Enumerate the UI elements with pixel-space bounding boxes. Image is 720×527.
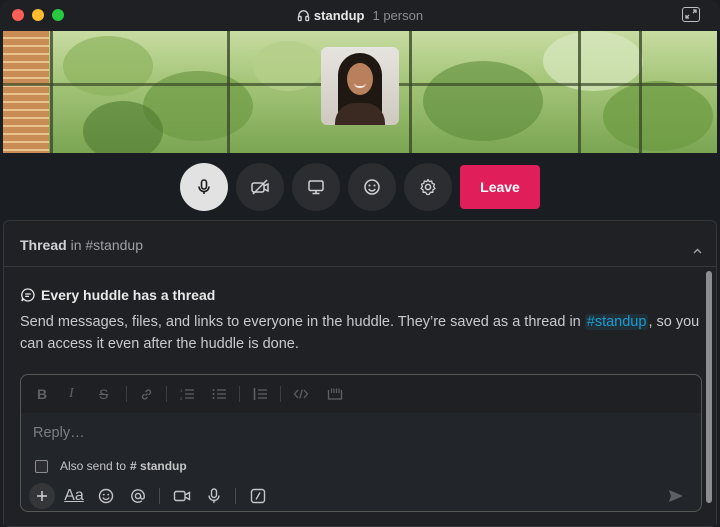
share-screen-button[interactable] (292, 163, 340, 211)
plus-icon (37, 491, 47, 501)
bulleted-list-icon[interactable] (212, 386, 227, 402)
record-video-button[interactable] (169, 483, 195, 509)
collapse-thread-button[interactable] (693, 241, 702, 259)
gear-icon (420, 178, 436, 196)
huddle-window: standup 1 person Leave Thread in #standu… (0, 0, 720, 527)
huddle-controls: Leave (0, 163, 720, 211)
send-icon (669, 490, 683, 502)
huddle-channel-name: standup (313, 8, 365, 23)
window-title: standup 1 person (0, 8, 720, 25)
emoji-icon (364, 179, 380, 195)
participant-video-tile[interactable] (321, 47, 399, 125)
reply-composer: B I S 12 Reply… Also send to # standup A… (20, 374, 702, 512)
record-audio-button[interactable] (201, 483, 227, 509)
thread-info-heading: Every huddle has a thread (20, 287, 215, 303)
thread-title: Thread in #standup (20, 237, 143, 253)
at-sign-icon (131, 489, 145, 503)
svg-text:1: 1 (180, 388, 183, 393)
italic-icon[interactable]: I (69, 386, 74, 402)
code-block-icon[interactable] (327, 386, 343, 402)
svg-text:2: 2 (180, 396, 183, 401)
title-bar: standup 1 person (0, 0, 720, 31)
also-send-option[interactable]: Also send to # standup (35, 459, 187, 473)
video-stage (3, 31, 717, 153)
microphone-icon (198, 179, 210, 194)
chevron-up-icon (693, 248, 702, 254)
leave-huddle-button[interactable]: Leave (460, 165, 540, 209)
code-icon[interactable] (293, 386, 309, 402)
settings-button[interactable] (404, 163, 452, 211)
emoji-button[interactable] (93, 483, 119, 509)
formatting-toolbar: B I S 12 (21, 375, 701, 413)
mic-toggle-button[interactable] (180, 163, 228, 211)
link-icon[interactable] (139, 386, 154, 402)
popout-window-button[interactable] (682, 7, 700, 22)
bold-icon[interactable]: B (37, 386, 47, 402)
mention-button[interactable] (125, 483, 151, 509)
video-off-icon (251, 179, 269, 195)
send-button[interactable] (663, 483, 689, 509)
ordered-list-icon[interactable]: 12 (180, 386, 195, 402)
also-send-channel: # standup (130, 459, 187, 473)
thread-info-text: Send messages, files, and links to every… (20, 314, 700, 352)
thread-channel: #standup (85, 237, 143, 253)
thread-panel: Thread in #standup Every huddle has a th… (3, 220, 717, 527)
video-toggle-button[interactable] (236, 163, 284, 211)
participant-count: 1 person (372, 8, 424, 23)
reply-input[interactable]: Reply… (33, 425, 85, 441)
thread-icon (21, 288, 35, 302)
shortcuts-button[interactable] (245, 483, 271, 509)
slash-command-icon (250, 488, 266, 504)
reactions-button[interactable] (348, 163, 396, 211)
emoji-icon (98, 488, 114, 504)
blockquote-icon[interactable] (253, 386, 268, 402)
headphones-icon (297, 9, 310, 25)
thread-panel-header[interactable]: Thread in #standup (4, 221, 716, 267)
strikethrough-icon[interactable]: S (99, 386, 108, 402)
also-send-checkbox[interactable] (35, 459, 48, 473)
scrollbar-thumb[interactable] (706, 271, 712, 503)
screen-share-icon (308, 180, 324, 195)
video-camera-icon (173, 490, 191, 502)
channel-link[interactable]: #standup (584, 314, 649, 330)
composer-actions: Aa (27, 483, 697, 509)
microphone-icon (208, 488, 220, 503)
attach-button[interactable] (29, 483, 55, 509)
formatting-toggle-button[interactable]: Aa (61, 483, 87, 509)
